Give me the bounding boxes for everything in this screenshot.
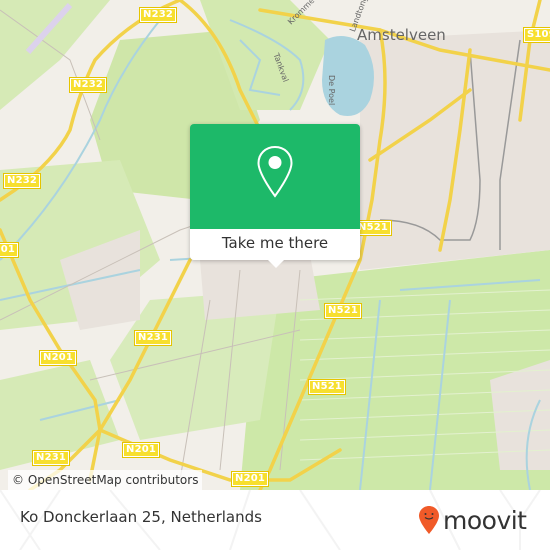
road-label: S109	[523, 27, 550, 43]
popup-pointer	[267, 259, 285, 268]
map-attribution[interactable]: © OpenStreetMap contributors	[8, 470, 203, 490]
road-label: N201	[0, 242, 20, 258]
road-label: N521	[353, 220, 393, 236]
moovit-logo-text: moovit	[443, 505, 527, 535]
footer: Ko Donckerlaan 25, Netherlands moovit	[0, 490, 550, 550]
residential-area	[200, 255, 320, 320]
road-label: N201	[121, 442, 161, 458]
road-label: N232	[138, 7, 178, 23]
moovit-logo[interactable]: moovit	[418, 500, 527, 540]
location-popup: Take me there	[190, 124, 360, 268]
city-label: Amstelveen	[357, 26, 446, 44]
popup-header	[190, 124, 360, 229]
road-label: N521	[323, 303, 363, 319]
map-pin-icon	[257, 145, 293, 198]
road-label: N231	[133, 330, 173, 346]
address-text: Ko Donckerlaan 25, Netherlands	[20, 508, 262, 526]
road-label: N232	[68, 77, 108, 93]
road-label: N232	[2, 173, 42, 189]
lake-label: De Poel	[327, 75, 336, 106]
moovit-pin-icon	[419, 506, 439, 534]
road-label: N201	[230, 471, 270, 487]
road-label: N231	[31, 450, 71, 466]
map-view[interactable]: N232 N232 N232 N201 N231 N201 N231 N201 …	[0, 0, 550, 490]
road-label: N521	[307, 379, 347, 395]
take-me-there-button[interactable]: Take me there	[190, 229, 360, 260]
road-label: N201	[38, 350, 78, 366]
